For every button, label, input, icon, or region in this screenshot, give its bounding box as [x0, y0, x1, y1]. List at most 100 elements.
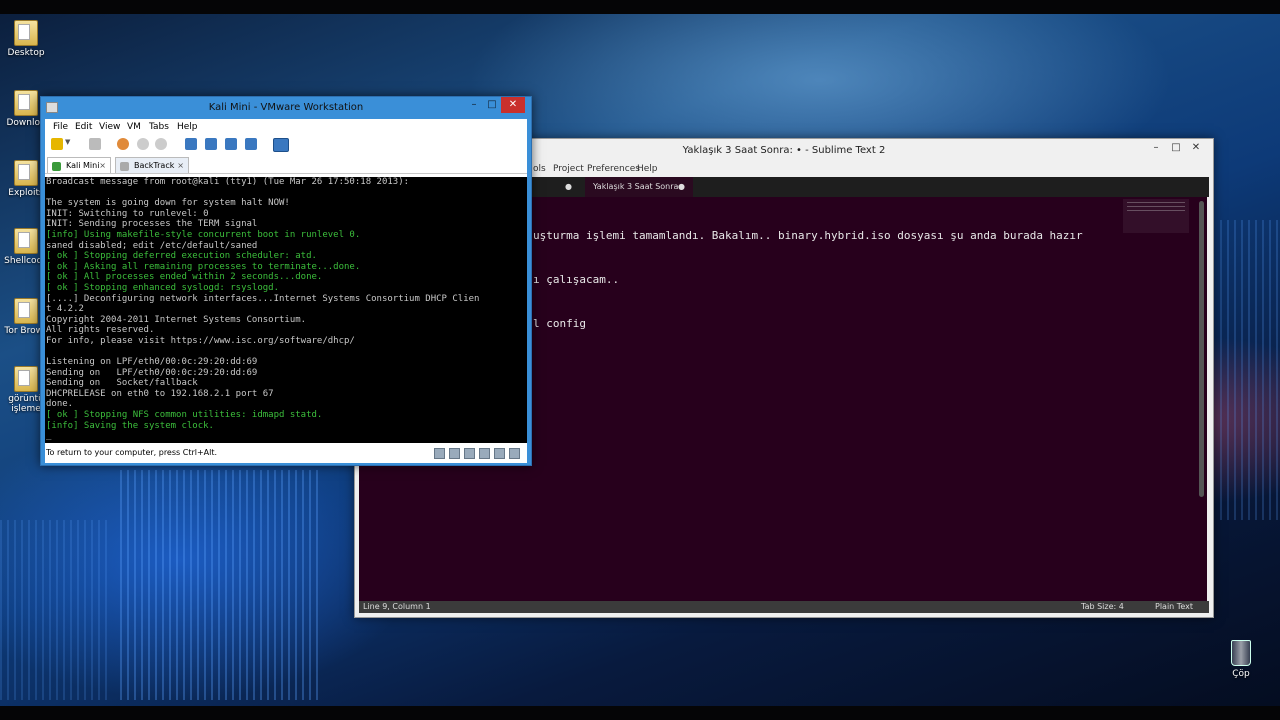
desktop-icon-label: Desktop	[7, 48, 45, 58]
tab-backtrack[interactable]: BackTrack ×	[115, 157, 189, 173]
device-status-icons	[434, 448, 520, 459]
vmware-window-title: Kali Mini - VMware Workstation	[208, 102, 364, 113]
chevron-down-icon[interactable]: ▼	[65, 138, 71, 150]
sound-icon[interactable]	[494, 448, 505, 459]
editor-line: uşturma işlemi tamamlandı. Bakalım.. bin…	[533, 229, 1083, 242]
minimize-button[interactable]: –	[1149, 141, 1163, 155]
background-server-rack	[0, 520, 110, 700]
menu-preferences[interactable]: Preferences	[587, 164, 640, 174]
thumbnail-bar-icon[interactable]	[205, 138, 217, 150]
snapshot-manager-icon[interactable]	[155, 138, 167, 150]
console-line: All rights reserved.	[46, 325, 155, 336]
menu-file[interactable]: File	[53, 122, 68, 132]
cursor-position: Line 9, Column 1	[363, 602, 431, 611]
usb-icon[interactable]	[479, 448, 490, 459]
menu-help[interactable]: Help	[637, 164, 658, 174]
sublime-window-controls: – □ ✕	[1149, 141, 1203, 155]
vmware-client-area: File Edit View VM Tabs Help ▼ Kali Mini …	[45, 119, 527, 463]
tab-yaklasik[interactable]: Yaklaşık 3 Saat Sonra: ●	[585, 177, 693, 197]
minimize-button[interactable]: –	[465, 97, 483, 113]
close-button[interactable]: ✕	[501, 97, 525, 113]
show-library-icon[interactable]	[185, 138, 197, 150]
vmware-toolbar: ▼	[45, 135, 527, 155]
console-line: Broadcast message from root@kali (tty1) …	[46, 177, 410, 187]
close-tab-icon[interactable]: ×	[99, 158, 106, 174]
minimap[interactable]	[1123, 199, 1189, 233]
background-server-rack	[120, 470, 320, 700]
vmware-statusbar: To return to your computer, press Ctrl+A…	[45, 445, 528, 461]
maximize-button[interactable]: □	[1169, 141, 1183, 155]
folder-icon	[14, 298, 38, 324]
console-line: The system is going down for system halt…	[46, 198, 290, 209]
console-line: [info] Using makefile-style concurrent b…	[46, 229, 361, 240]
desktop-icon-desktop[interactable]: Desktop	[4, 20, 48, 58]
console-line: Sending on Socket/fallback	[46, 378, 198, 389]
tab-label: Yaklaşık 3 Saat Sonra:	[593, 182, 682, 191]
console-line: For info, please visit https://www.isc.o…	[46, 335, 355, 346]
snapshot-icon[interactable]	[117, 138, 129, 150]
syntax-selector[interactable]: Plain Text	[1155, 601, 1193, 613]
tab-dirty-dot[interactable]: ●	[565, 177, 572, 197]
dirty-indicator-icon[interactable]: ●	[678, 177, 685, 197]
folder-icon	[14, 20, 38, 46]
console-line: t 4.2.2	[46, 304, 84, 315]
network-adapter-icon[interactable]	[464, 448, 475, 459]
console-line: [ ok ] Asking all remaining processes to…	[46, 261, 361, 272]
unity-icon[interactable]	[245, 138, 257, 150]
trash-icon	[1231, 640, 1251, 666]
sublime-statusbar: Line 9, Column 1 Tab Size: 4 Plain Text	[359, 601, 1209, 613]
menu-vm[interactable]: VM	[127, 122, 141, 132]
console-line: saned disabled; edit /etc/default/saned	[46, 240, 258, 251]
console-line: [info] Saving the system clock.	[46, 420, 214, 431]
revert-snapshot-icon[interactable]	[137, 138, 149, 150]
send-ctrl-alt-del-icon[interactable]	[89, 138, 101, 150]
console-line: [ ok ] Stopping enhanced syslogd: rsyslo…	[46, 282, 279, 293]
scrollbar-thumb[interactable]	[1199, 201, 1204, 497]
editor-line: ı çalışacam..	[533, 273, 620, 286]
console-line: done.	[46, 399, 74, 410]
menu-project[interactable]: Project	[553, 164, 584, 174]
console-line: [ ok ] All processes ended within 2 seco…	[46, 272, 323, 283]
power-icon[interactable]	[51, 138, 63, 150]
desktop-icon-label: Çöp	[1232, 669, 1250, 679]
vm-powered-on-icon	[52, 162, 61, 171]
console-line: INIT: Sending processes the TERM signal	[46, 219, 258, 230]
close-button[interactable]: ✕	[1189, 141, 1203, 155]
cd-drive-icon[interactable]	[449, 448, 460, 459]
close-tab-icon[interactable]: ×	[177, 158, 184, 174]
menu-tabs[interactable]: Tabs	[149, 122, 169, 132]
console-line: [ ok ] Stopping deferred execution sched…	[46, 251, 317, 262]
vmware-titlebar[interactable]: Kali Mini - VMware Workstation – □ ✕	[41, 97, 531, 119]
vm-console[interactable]: Broadcast message from root@kali (tty1) …	[45, 177, 527, 443]
tab-label: BackTrack	[134, 161, 175, 170]
console-cursor: _	[46, 431, 52, 442]
vm-powered-off-icon	[120, 162, 129, 171]
background-server-rack	[1220, 220, 1280, 520]
console-line: Listening on LPF/eth0/00:0c:29:20:dd:69	[46, 357, 258, 368]
folder-icon	[14, 366, 38, 392]
maximize-button[interactable]: □	[483, 97, 501, 113]
display-icon[interactable]	[509, 448, 520, 459]
menu-edit[interactable]: Edit	[75, 122, 92, 132]
full-screen-icon[interactable]	[225, 138, 237, 150]
menu-help[interactable]: Help	[177, 122, 198, 132]
hard-disk-icon[interactable]	[434, 448, 445, 459]
desktop-icon-label: Exploits	[8, 188, 44, 198]
menu-view[interactable]: View	[99, 122, 120, 132]
folder-icon	[14, 160, 38, 186]
vertical-scrollbar[interactable]	[1197, 197, 1207, 601]
console-line: [....] Deconfiguring network interfaces.…	[46, 293, 480, 304]
tab-kali-mini[interactable]: Kali Mini ×	[47, 157, 111, 173]
menu-tools[interactable]: ols	[533, 164, 546, 174]
desktop-icon-label: görüntü işleme	[8, 394, 44, 414]
console-view-icon[interactable]	[273, 138, 289, 152]
console-line: Sending on LPF/eth0/00:0c:29:20:dd:69	[46, 367, 258, 378]
console-line: [ ok ] Stopping NFS common utilities: id…	[46, 410, 323, 421]
tab-size-selector[interactable]: Tab Size: 4	[1081, 601, 1124, 613]
desktop-icon-recycle-bin[interactable]: Çöp	[1224, 640, 1258, 679]
editor-line: l config	[533, 317, 586, 330]
tab-label: Kali Mini	[66, 161, 100, 170]
vmware-menubar: File Edit View VM Tabs Help	[45, 119, 527, 135]
